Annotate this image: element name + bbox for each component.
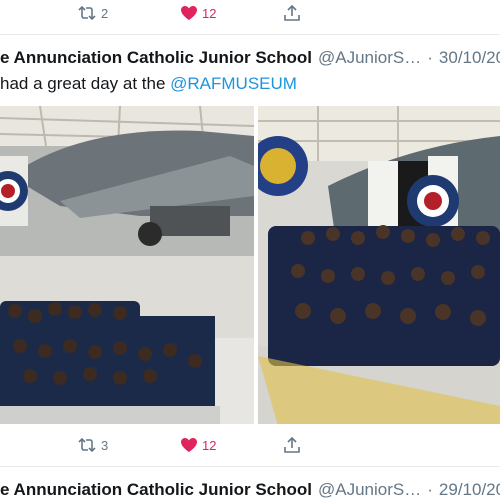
tweet-photo-right[interactable] <box>258 106 500 424</box>
heart-icon <box>180 5 198 21</box>
previous-tweet-actions: 2 12 <box>0 0 500 28</box>
tweet-photo-left[interactable] <box>0 106 254 424</box>
retweet-icon <box>77 5 97 21</box>
mention-link[interactable]: @RAFMUSEUM <box>170 74 297 93</box>
share-button[interactable] <box>283 430 301 460</box>
share-button[interactable] <box>283 0 301 28</box>
tweet-date[interactable]: 29/10/20 <box>439 480 500 499</box>
next-tweet-header: e Annunciation Catholic Junior School @AJ… <box>0 478 500 500</box>
tweet-date[interactable]: 30/10/20 <box>439 48 500 67</box>
heart-icon <box>180 437 198 453</box>
share-icon <box>283 436 301 454</box>
separator-dot: · <box>427 480 433 499</box>
tweet-text: had a great day at the @RAFMUSEUM <box>0 72 500 96</box>
author-name[interactable]: e Annunciation Catholic Junior School <box>0 480 312 499</box>
photo-aircraft-group-left <box>0 106 254 424</box>
separator-dot: · <box>427 48 433 67</box>
author-name[interactable]: e Annunciation Catholic Junior School <box>0 48 312 67</box>
tweet-actions: 3 12 <box>0 430 500 460</box>
author-handle[interactable]: @AJuniorS… <box>318 480 421 499</box>
photo-aircraft-group-right <box>258 106 500 424</box>
like-count: 12 <box>202 437 217 453</box>
retweet-button[interactable]: 2 <box>77 0 108 28</box>
like-button[interactable]: 12 <box>180 430 216 460</box>
author-handle[interactable]: @AJuniorS… <box>318 48 421 67</box>
retweet-button[interactable]: 3 <box>77 430 108 460</box>
retweet-count: 3 <box>101 437 109 453</box>
retweet-icon <box>77 437 97 453</box>
like-button[interactable]: 12 <box>180 0 216 28</box>
retweet-count: 2 <box>101 5 109 21</box>
tweet-divider <box>0 34 500 35</box>
tweet-text-prefix: had a great day at the <box>0 74 171 93</box>
share-icon <box>283 4 301 22</box>
like-count: 12 <box>202 5 217 21</box>
tweet-header: e Annunciation Catholic Junior School @AJ… <box>0 46 500 70</box>
tweet-divider <box>0 466 500 467</box>
